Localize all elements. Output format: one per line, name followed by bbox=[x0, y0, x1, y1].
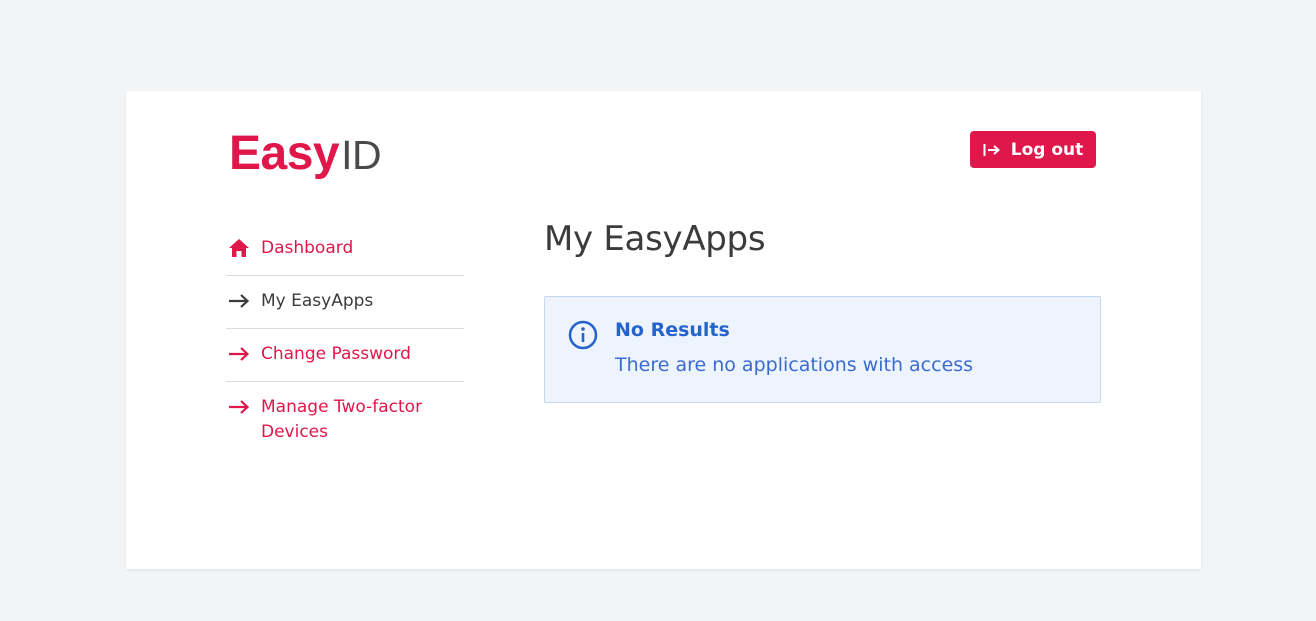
logo-easy-text: Easy bbox=[229, 127, 340, 180]
sidebar-item-label: Change Password bbox=[261, 344, 411, 364]
sidebar-item-label: Manage Two-factor Devices bbox=[261, 397, 423, 442]
sidebar-nav: Dashboard My EasyApps Change Password Ma… bbox=[226, 223, 464, 459]
arrow-right-icon bbox=[228, 343, 250, 365]
home-icon bbox=[228, 237, 250, 259]
sidebar-item-label: Dashboard bbox=[261, 238, 354, 258]
sidebar-item-change-password[interactable]: Change Password bbox=[226, 329, 464, 382]
arrow-right-icon bbox=[228, 396, 250, 418]
sidebar-item-dashboard[interactable]: Dashboard bbox=[226, 223, 464, 276]
logout-label: Log out bbox=[1010, 139, 1084, 160]
alert-title: No Results bbox=[615, 319, 730, 341]
main-card: Easy ID Log out Dashboard My EasyApps Ch… bbox=[126, 91, 1201, 569]
alert-message: There are no applications with access bbox=[615, 354, 974, 376]
sidebar-item-label: My EasyApps bbox=[261, 291, 374, 311]
sign-out-icon bbox=[983, 143, 1001, 157]
logo-id-text: ID bbox=[341, 132, 382, 178]
info-icon bbox=[568, 320, 598, 354]
easyid-logo[interactable]: Easy ID bbox=[229, 127, 382, 181]
arrow-right-icon bbox=[228, 290, 250, 312]
logout-button[interactable]: Log out bbox=[970, 131, 1096, 168]
sidebar-item-manage-two-factor[interactable]: Manage Two-factor Devices bbox=[226, 382, 464, 459]
no-results-alert: No Results There are no applications wit… bbox=[544, 296, 1101, 403]
page-title: My EasyApps bbox=[544, 219, 766, 259]
sidebar-item-my-easyapps[interactable]: My EasyApps bbox=[226, 276, 464, 329]
